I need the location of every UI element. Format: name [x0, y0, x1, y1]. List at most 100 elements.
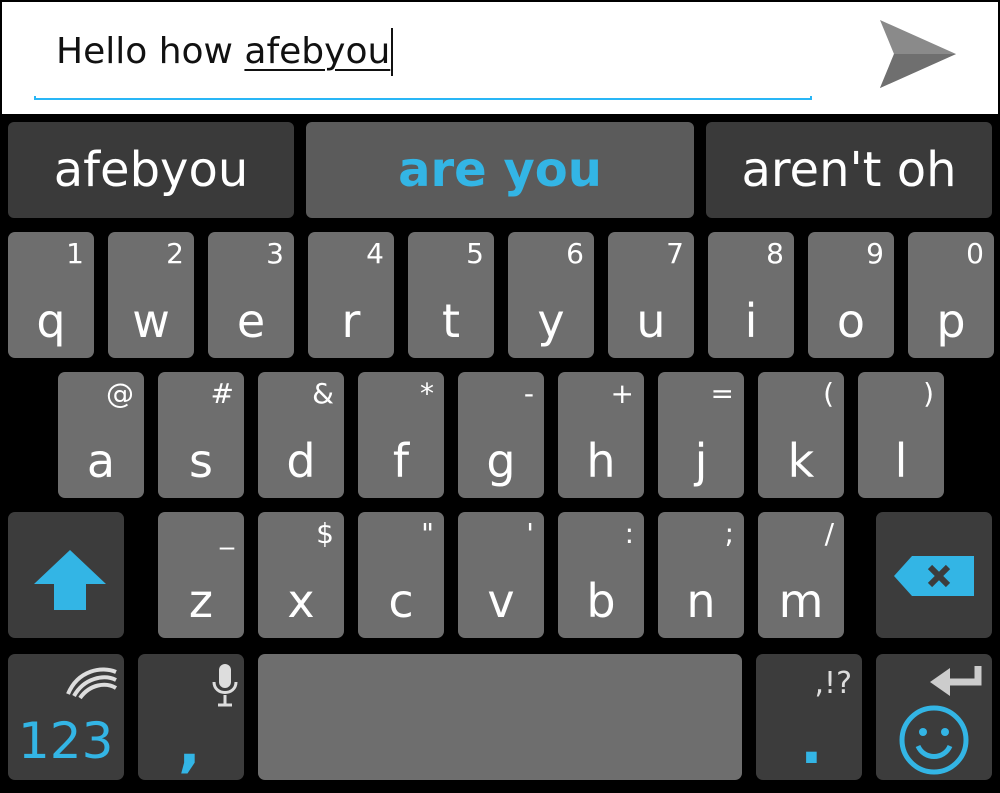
key-label: a	[86, 434, 116, 488]
key-label: w	[132, 294, 170, 348]
message-input[interactable]: Hello how afebyou	[56, 28, 394, 76]
key-m[interactable]: / m	[758, 512, 844, 638]
enter-arrow-icon	[930, 666, 982, 696]
key-s[interactable]: # s	[158, 372, 244, 498]
key-label: y	[537, 294, 565, 348]
key-x[interactable]: $ x	[258, 512, 344, 638]
key-label: v	[487, 574, 515, 628]
input-underline	[34, 96, 812, 100]
swiftkey-logo-icon	[66, 667, 118, 700]
suggestion-right[interactable]: aren't oh	[706, 122, 992, 218]
key-label: c	[388, 574, 414, 628]
key-label: e	[236, 294, 266, 348]
enter-emoji-key[interactable]	[876, 654, 992, 780]
key-alt-label: *	[420, 377, 434, 410]
send-icon[interactable]	[872, 12, 962, 96]
key-alt-label: (	[823, 377, 834, 410]
key-e[interactable]: 3e	[208, 232, 294, 358]
key-alt-label: :	[624, 517, 634, 550]
key-alt-label: 9	[866, 237, 884, 270]
key-alt-label: -	[523, 377, 534, 410]
key-q[interactable]: 1q	[8, 232, 94, 358]
comma-label: ,	[178, 710, 201, 780]
key-h[interactable]: + h	[558, 372, 644, 498]
punctuation-key[interactable]: ,!? .	[756, 654, 862, 780]
key-f[interactable]: * f	[358, 372, 444, 498]
punctuation-label: ,!?	[814, 666, 853, 701]
key-d[interactable]: & d	[258, 372, 344, 498]
backspace-icon	[894, 556, 974, 596]
key-alt-label: 6	[566, 237, 584, 270]
key-z[interactable]: _ z	[158, 512, 244, 638]
key-alt-label: @	[106, 377, 134, 410]
key-w[interactable]: 2w	[108, 232, 194, 358]
key-alt-label: 8	[766, 237, 784, 270]
key-alt-label: 3	[266, 237, 284, 270]
key-alt-label: 5	[466, 237, 484, 270]
key-j[interactable]: = j	[658, 372, 744, 498]
comma-voice-key[interactable]: ,	[138, 654, 244, 780]
suggestion-label: are you	[398, 142, 602, 198]
key-label: z	[188, 574, 214, 628]
microphone-icon	[212, 664, 238, 707]
key-alt-label: $	[316, 517, 334, 550]
key-alt-label: &	[312, 377, 334, 410]
key-alt-label: 1	[66, 237, 84, 270]
key-l[interactable]: ) l	[858, 372, 944, 498]
numbers-label: 123	[18, 712, 114, 770]
key-label: g	[486, 434, 516, 488]
key-label: h	[586, 434, 616, 488]
suggestion-label: aren't oh	[741, 142, 957, 198]
text-caret	[391, 28, 394, 76]
key-n[interactable]: ; n	[658, 512, 744, 638]
key-alt-label: 7	[666, 237, 684, 270]
backspace-key[interactable]	[876, 512, 992, 638]
key-label: f	[392, 434, 410, 488]
suggestion-primary[interactable]: are you	[306, 122, 694, 218]
key-r[interactable]: 4r	[308, 232, 394, 358]
suggestion-label: afebyou	[53, 142, 249, 198]
key-label: m	[778, 574, 824, 628]
key-alt-label: _	[220, 517, 234, 550]
key-g[interactable]: -g	[458, 372, 544, 498]
typed-text: Hello how	[56, 31, 245, 72]
compose-bar: Hello how afebyou	[2, 2, 998, 114]
key-o[interactable]: 9o	[808, 232, 894, 358]
key-alt-label: =	[710, 377, 734, 410]
key-alt-label: ;	[724, 517, 734, 550]
key-b[interactable]: :b	[558, 512, 644, 638]
key-label: x	[287, 574, 315, 628]
shift-key[interactable]	[8, 512, 124, 638]
key-alt-label: "	[421, 517, 434, 550]
space-key[interactable]	[258, 654, 742, 780]
key-alt-label: #	[210, 377, 234, 410]
suggestion-left[interactable]: afebyou	[8, 122, 294, 218]
key-t[interactable]: 5t	[408, 232, 494, 358]
key-alt-label: 0	[966, 237, 984, 270]
key-label: o	[836, 294, 866, 348]
key-label: t	[441, 294, 461, 348]
shift-arrow-icon	[34, 550, 106, 610]
smiley-icon	[899, 705, 969, 775]
key-k[interactable]: (k	[758, 372, 844, 498]
key-v[interactable]: ' v	[458, 512, 544, 638]
key-alt-label: 4	[366, 237, 384, 270]
key-label: l	[894, 434, 908, 488]
key-c[interactable]: " c	[358, 512, 444, 638]
key-p[interactable]: 0p	[908, 232, 994, 358]
key-label: q	[36, 294, 66, 348]
key-alt-label: )	[923, 377, 934, 410]
key-alt-label: +	[610, 377, 634, 410]
period-label: .	[800, 708, 823, 778]
key-a[interactable]: @ a	[58, 372, 144, 498]
key-label: j	[694, 434, 708, 488]
composing-word: afebyou	[244, 31, 391, 72]
key-alt-label: 2	[166, 237, 184, 270]
key-y[interactable]: 6y	[508, 232, 594, 358]
key-label: b	[586, 574, 616, 628]
numbers-key[interactable]: 123	[8, 654, 124, 780]
key-i[interactable]: 8i	[708, 232, 794, 358]
key-u[interactable]: 7u	[608, 232, 694, 358]
key-label: p	[936, 294, 966, 348]
key-alt-label: '	[526, 517, 534, 550]
